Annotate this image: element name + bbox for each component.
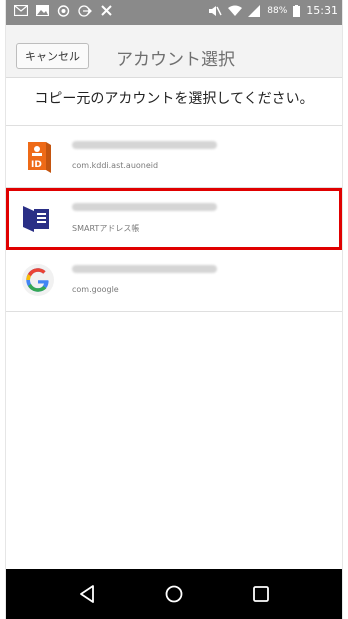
wifi-icon (228, 5, 243, 17)
screen: 88% 15:31 キャンセル アカウント選択 コピー元のアカウントを選択してく… (6, 0, 342, 619)
account-list: ID com.kddi.ast.auoneid SMARTアドレス帳 com.g… (6, 125, 342, 312)
recents-button[interactable] (250, 583, 272, 605)
cancel-button[interactable]: キャンセル (16, 43, 89, 69)
page-title: アカウント選択 (116, 50, 235, 70)
account-item-auid[interactable]: ID com.kddi.ast.auoneid (6, 126, 342, 188)
status-bar: 88% 15:31 (6, 0, 342, 25)
smart-address-book-icon (21, 201, 55, 235)
au-id-icon: ID (21, 139, 55, 173)
account-name (72, 203, 217, 211)
google-icon (21, 263, 55, 297)
signal-icon (248, 4, 261, 17)
account-name (72, 141, 217, 149)
account-type: SMARTアドレス帳 (72, 224, 140, 233)
battery-text: 88% (267, 5, 288, 16)
gallery-icon (36, 5, 49, 16)
account-name (72, 265, 217, 273)
account-type: com.google (72, 285, 119, 294)
mute-icon (208, 5, 222, 17)
gmail-icon (14, 5, 28, 16)
wellness-icon (57, 4, 70, 17)
svg-text:ID: ID (31, 160, 42, 170)
account-item-google[interactable]: com.google (6, 250, 342, 312)
account-item-smart-address-book[interactable]: SMARTアドレス帳 (6, 188, 342, 250)
instruction-text: コピー元のアカウントを選択してください。 (34, 91, 314, 107)
header: キャンセル アカウント選択 (6, 25, 342, 78)
battery-icon (293, 4, 301, 17)
tools-icon (100, 4, 113, 17)
navigation-bar (6, 569, 342, 619)
home-button[interactable] (163, 583, 185, 605)
back-button[interactable] (76, 583, 98, 605)
clock: 15:31 (306, 4, 338, 17)
login-icon (78, 4, 92, 17)
account-type: com.kddi.ast.auoneid (72, 161, 159, 170)
